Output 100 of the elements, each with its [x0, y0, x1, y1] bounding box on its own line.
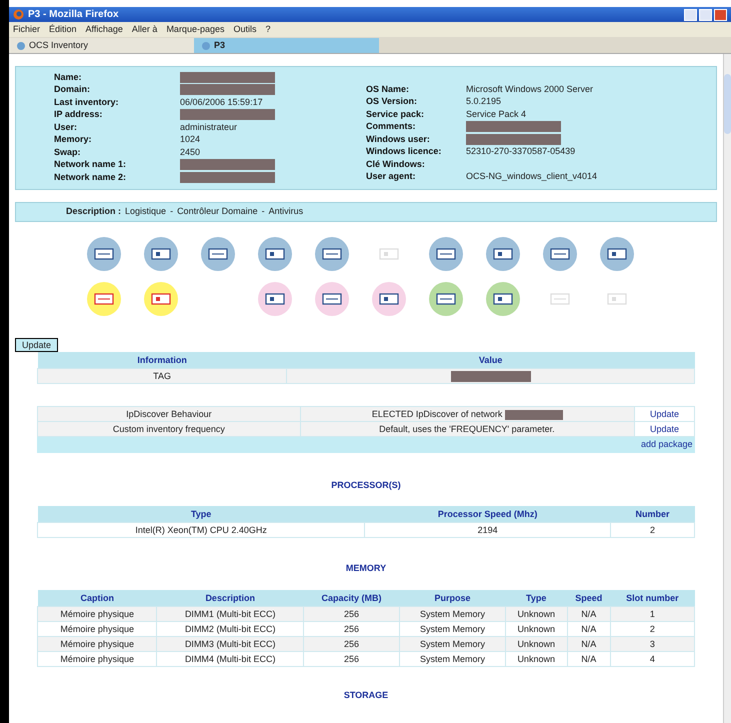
menu-item[interactable]: ? — [266, 22, 271, 36]
table-cell: 2 — [610, 522, 694, 538]
table-cell: Unknown — [505, 636, 568, 652]
hardware-category-icon[interactable] — [201, 237, 235, 271]
field-label: Last inventory: — [54, 96, 120, 109]
table-cell: DIMM4 (Multi-bit ECC) — [156, 651, 304, 666]
table-cell: DIMM3 (Multi-bit ECC) — [156, 636, 304, 652]
table-cell: DIMM1 (Multi-bit ECC) — [156, 606, 304, 622]
table-cell: N/A — [567, 621, 610, 636]
hardware-category-icon[interactable] — [144, 237, 178, 271]
column-header: Value — [286, 352, 694, 368]
table-cell-text: ELECTED IpDiscover of network — [372, 409, 504, 420]
table-cell: TAG — [38, 368, 287, 384]
category-link[interactable]: Contrôleur Domaine — [177, 205, 258, 219]
hardware-category-icon[interactable] — [87, 282, 121, 316]
table-cell: Mémoire physique — [38, 636, 157, 652]
hardware-category-icon[interactable] — [87, 237, 121, 271]
update-button[interactable]: Update — [15, 338, 58, 352]
category-label: Description : — [66, 205, 122, 218]
browser-logo-icon — [13, 9, 24, 20]
hardware-category-icon[interactable] — [429, 237, 463, 271]
menu-item[interactable]: Édition — [49, 22, 77, 36]
maximize-button[interactable] — [699, 8, 712, 20]
table-cell: N/A — [567, 606, 610, 622]
table-cell: Mémoire physique — [38, 621, 157, 636]
hardware-category-icon[interactable] — [258, 282, 292, 316]
column-header: Capacity (MB) — [303, 590, 400, 606]
column-header: Type — [38, 506, 365, 523]
column-header: Processor Speed (Mhz) — [364, 506, 610, 523]
field-value: 1024 — [180, 133, 200, 146]
menu-item[interactable]: Marque-pages — [166, 22, 224, 36]
table-cell: System Memory — [400, 651, 506, 666]
hardware-category-icon[interactable] — [600, 237, 634, 271]
column-header: Speed — [567, 590, 610, 606]
field-label: Memory: — [54, 133, 93, 146]
hardware-category-icon[interactable] — [144, 282, 178, 316]
table-cell: Default, uses the 'FREQUENCY' parameter. — [379, 424, 555, 434]
hardware-category-icon[interactable] — [315, 282, 349, 316]
field-value: Microsoft Windows 2000 Server — [466, 82, 594, 96]
hardware-category-icon[interactable] — [486, 237, 520, 271]
table-cell: Mémoire physique — [38, 606, 157, 622]
add-package-link[interactable]: add package — [640, 439, 692, 450]
category-link[interactable]: Logistique — [125, 205, 166, 219]
field-label: Network name 1: — [54, 158, 128, 171]
table-cell: System Memory — [400, 621, 506, 636]
hardware-category-icon[interactable] — [429, 282, 463, 316]
table-cell: 256 — [303, 651, 400, 666]
minimize-button[interactable] — [684, 8, 697, 20]
field-value: OCS-NG_windows_client_v4014 — [466, 170, 598, 183]
table-cell: System Memory — [400, 636, 506, 652]
hardware-category-icon[interactable] — [372, 282, 406, 316]
field-label: Service pack: — [366, 108, 426, 121]
field-label: Name: — [54, 70, 83, 84]
column-header: Slot number — [610, 590, 694, 606]
category-link[interactable]: Antivirus — [268, 205, 304, 219]
column-header: Caption — [38, 590, 157, 606]
table-cell: IpDiscover Behaviour — [38, 406, 300, 422]
field-value: 5.0.2195 — [466, 95, 502, 108]
table-cell: Custom inventory frequency — [38, 422, 300, 437]
field-label: Domain: — [54, 83, 91, 96]
table-cell: Unknown — [505, 651, 568, 666]
close-button[interactable] — [714, 8, 727, 20]
browser-tab[interactable]: P3 — [194, 38, 379, 53]
separator: - — [262, 205, 265, 218]
hardware-category-icon[interactable] — [315, 237, 349, 271]
field-label: OS Name: — [366, 82, 410, 96]
table-cell: 3 — [610, 636, 694, 652]
table-cell: N/A — [567, 651, 610, 666]
browser-tab[interactable]: OCS Inventory — [9, 38, 194, 53]
field-label: OS Version: — [366, 95, 418, 108]
field-value: 52310-270-3370587-05439 — [466, 145, 576, 158]
field-value: Service Pack 4 — [466, 108, 526, 120]
field-label: Swap: — [54, 146, 82, 159]
table-cell: 2 — [610, 621, 694, 636]
menu-item[interactable]: Affichage — [86, 22, 123, 36]
field-label: Clé Windows: — [366, 158, 426, 170]
field-label: Comments: — [366, 120, 417, 133]
table-cell: System Memory — [400, 606, 506, 622]
field-value: 2450 — [180, 146, 200, 158]
field-label: User agent: — [366, 170, 417, 183]
table-cell: 256 — [303, 636, 400, 652]
table-cell: Unknown — [505, 621, 568, 636]
column-header: Number — [610, 506, 694, 523]
table-cell: 4 — [610, 651, 694, 666]
section-heading: STORAGE — [342, 688, 390, 702]
field-label: Windows user: — [366, 132, 431, 146]
hardware-category-icon[interactable] — [258, 237, 292, 271]
field-label: User: — [54, 120, 78, 134]
column-header: Purpose — [400, 590, 506, 606]
separator: - — [170, 205, 174, 218]
hardware-category-icon[interactable] — [543, 237, 577, 271]
table-cell: Intel(R) Xeon(TM) CPU 2.40GHz — [38, 522, 365, 538]
hardware-category-icon[interactable] — [486, 282, 520, 316]
field-value: 06/06/2006 15:59:17 — [180, 96, 263, 108]
menu-item[interactable]: Aller à — [132, 22, 158, 36]
table-cell: Unknown — [505, 606, 568, 622]
table-cell: 256 — [303, 621, 400, 636]
section-heading: MEMORY — [344, 562, 388, 576]
menu-item[interactable]: Fichier — [13, 22, 40, 36]
menu-item[interactable]: Outils — [233, 22, 256, 36]
